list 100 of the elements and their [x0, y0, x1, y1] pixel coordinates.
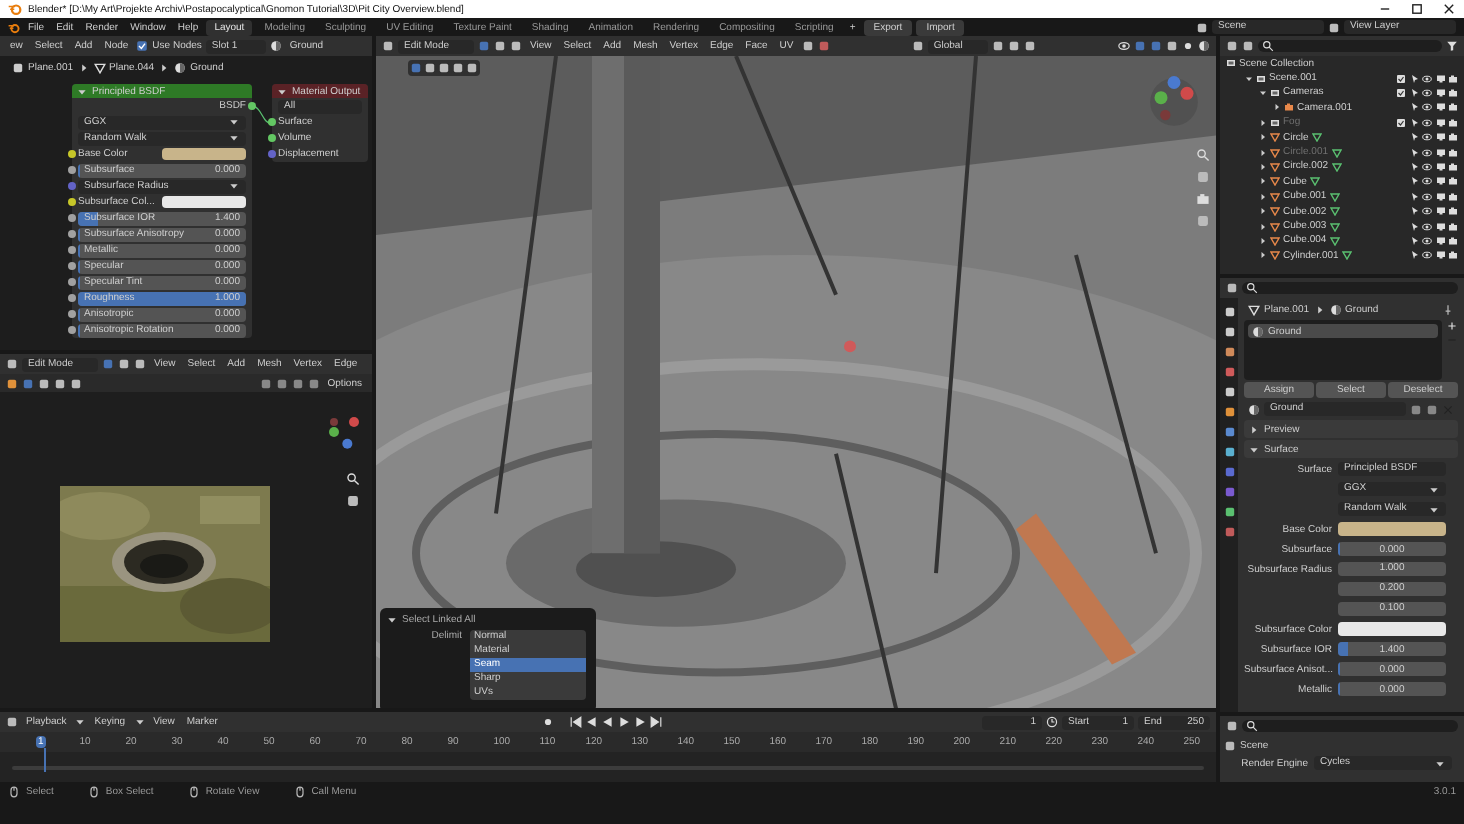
camera-view-icon[interactable] — [1196, 192, 1210, 207]
caret-icon[interactable] — [228, 180, 240, 193]
color-swatch[interactable] — [1338, 522, 1446, 537]
disclosure-triangle-icon[interactable] — [1257, 250, 1267, 261]
camera-icon[interactable] — [1448, 87, 1458, 98]
monitor-icon[interactable] — [1435, 221, 1445, 231]
checkbox[interactable] — [136, 40, 149, 53]
camera-icon[interactable] — [1448, 132, 1458, 143]
eye-icon[interactable] — [1422, 191, 1432, 202]
camera-icon[interactable] — [1448, 117, 1458, 128]
monitor-icon[interactable] — [1435, 250, 1445, 261]
monitor-icon[interactable] — [1435, 102, 1445, 113]
mouse-icon — [87, 786, 100, 799]
camera-icon[interactable] — [1448, 147, 1458, 158]
close-icon[interactable] — [1442, 2, 1456, 17]
exclude-checkbox-icon[interactable] — [1396, 73, 1406, 84]
search-field[interactable] — [1242, 720, 1458, 733]
disclosure-triangle-icon[interactable] — [1257, 132, 1267, 143]
disclosure-triangle-icon[interactable] — [1257, 191, 1267, 202]
eye-icon[interactable] — [1422, 250, 1432, 261]
monitor-icon[interactable] — [1435, 132, 1445, 143]
disclosure-triangle-icon[interactable] — [1257, 87, 1267, 98]
search-field[interactable] — [1258, 40, 1442, 53]
mouse-icon — [187, 786, 200, 799]
search-icon — [1246, 282, 1258, 295]
collapse-icon[interactable] — [386, 613, 398, 626]
monitor-icon[interactable] — [1435, 176, 1445, 187]
material-browse-icon[interactable] — [1248, 403, 1260, 416]
monitor-icon[interactable] — [1435, 73, 1445, 84]
chevron-icon — [77, 62, 90, 75]
eye-icon[interactable] — [1422, 176, 1432, 187]
camera-icon[interactable] — [1448, 250, 1458, 261]
disclosure-triangle-icon[interactable] — [1248, 423, 1260, 436]
pin-icon[interactable] — [1442, 303, 1454, 316]
search-field[interactable] — [1242, 282, 1458, 295]
exclude-checkbox-icon[interactable] — [1396, 117, 1406, 128]
camera-icon[interactable] — [1448, 73, 1458, 84]
record-icon[interactable] — [541, 716, 554, 729]
disclosure-triangle-icon[interactable] — [1271, 102, 1281, 113]
monitor-icon[interactable] — [1435, 147, 1445, 158]
camera-icon[interactable] — [1448, 206, 1458, 217]
clock-icon[interactable] — [1046, 716, 1058, 729]
material-icon — [174, 62, 187, 75]
eye-icon[interactable] — [1422, 147, 1432, 158]
shading-icon[interactable] — [1198, 40, 1210, 53]
app-icon — [8, 2, 22, 17]
eye-icon[interactable] — [1422, 102, 1432, 113]
disclosure-triangle-icon[interactable] — [1248, 443, 1260, 456]
monitor-icon[interactable] — [1435, 191, 1445, 202]
camera-icon[interactable] — [1448, 221, 1458, 231]
disclosure-triangle-icon[interactable] — [1257, 176, 1267, 187]
zoom-icon[interactable] — [346, 472, 360, 487]
jump-start-icon[interactable] — [569, 716, 582, 729]
color-swatch[interactable] — [162, 196, 246, 209]
shader-node[interactable] — [72, 84, 252, 339]
disclosure-triangle-icon[interactable] — [1257, 221, 1267, 231]
maximize-icon[interactable] — [1410, 2, 1424, 17]
color-swatch[interactable] — [1338, 622, 1446, 637]
eye-icon[interactable] — [1422, 206, 1432, 217]
monitor-icon[interactable] — [1435, 161, 1445, 172]
shading-icon[interactable] — [1182, 40, 1194, 53]
scene-collection-icon — [1226, 58, 1236, 69]
camera-icon[interactable] — [1448, 191, 1458, 202]
disclosure-triangle-icon[interactable] — [1257, 161, 1267, 172]
monitor-icon[interactable] — [1435, 87, 1445, 98]
color-swatch[interactable] — [162, 148, 246, 161]
monitor-icon[interactable] — [1435, 206, 1445, 217]
collection-icon[interactable] — [1270, 117, 1280, 128]
search-icon — [1262, 40, 1274, 53]
disclosure-triangle-icon[interactable] — [1257, 206, 1267, 217]
visibility-icon[interactable] — [1118, 40, 1130, 53]
camera-icon[interactable] — [1448, 176, 1458, 187]
axis-gizmo-icon[interactable] — [1148, 76, 1200, 129]
disclosure-triangle-icon[interactable] — [1243, 73, 1253, 84]
output-socket[interactable] — [248, 102, 256, 111]
caret-icon[interactable] — [1434, 757, 1446, 770]
jump-end-icon[interactable] — [649, 716, 662, 729]
material-icon[interactable] — [269, 40, 282, 53]
node-link — [252, 104, 272, 127]
disclosure-triangle-icon[interactable] — [1257, 235, 1267, 246]
camera-icon[interactable] — [1448, 161, 1458, 172]
monitor-icon[interactable] — [1435, 117, 1445, 128]
eye-icon[interactable] — [1422, 87, 1432, 98]
axis-gizmo-icon[interactable] — [324, 412, 364, 453]
collapse-icon[interactable] — [276, 85, 288, 98]
camera-icon[interactable] — [1284, 102, 1294, 113]
eye-icon[interactable] — [1422, 235, 1432, 246]
eye-icon[interactable] — [1422, 221, 1432, 231]
add-slot-icon[interactable] — [1446, 320, 1458, 333]
eye-icon[interactable] — [1422, 132, 1432, 143]
camera-icon[interactable] — [1448, 235, 1458, 246]
eye-icon[interactable] — [1422, 73, 1432, 84]
blender-logo-icon[interactable] — [8, 21, 20, 34]
exclude-checkbox-icon[interactable] — [1396, 87, 1406, 98]
eye-icon[interactable] — [1422, 161, 1432, 172]
mouse-icon — [293, 786, 306, 799]
monitor-icon[interactable] — [1435, 235, 1445, 246]
eye-icon[interactable] — [1422, 117, 1432, 128]
filter-icon[interactable] — [1446, 40, 1458, 53]
camera-icon[interactable] — [1448, 102, 1458, 113]
